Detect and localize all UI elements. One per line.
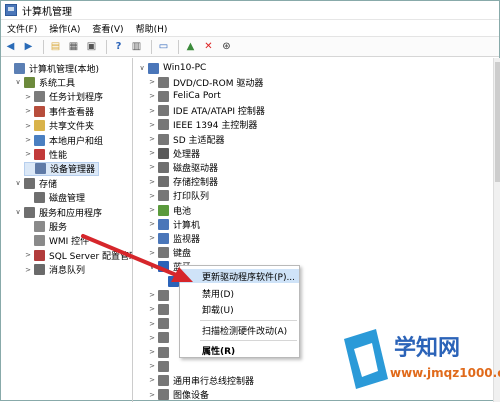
watermark-name: 学知网	[394, 335, 460, 361]
watermark: 学知网 www.jmqz1000.com	[336, 327, 500, 402]
watermark-url: www.jmqz1000.com	[390, 366, 500, 380]
watermark-logo-icon	[344, 329, 388, 389]
computer-management-window: 计算机管理 文件(F) 操作(A) 查看(V) 帮助(H) ◀ ▶ ▤ ▦ ▣ …	[0, 0, 500, 401]
